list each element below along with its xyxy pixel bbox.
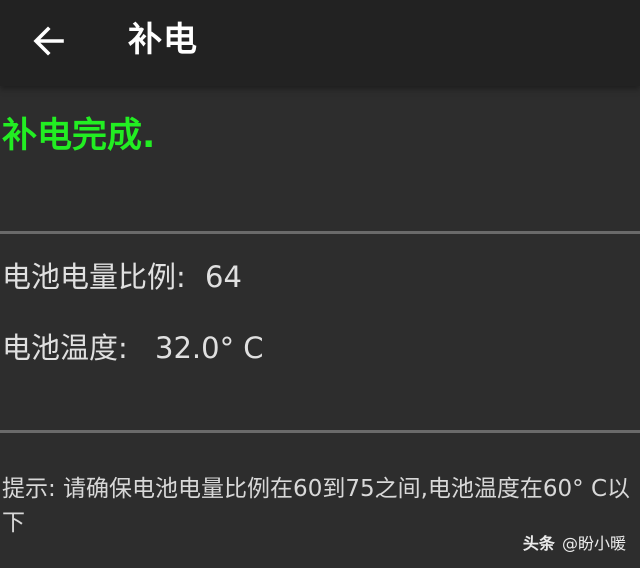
divider: [0, 231, 640, 234]
watermark-handle: @盼小暖: [561, 534, 626, 553]
divider: [0, 430, 640, 433]
battery-temp-value: 32.0° C: [155, 331, 264, 365]
page-title: 补电: [128, 20, 198, 60]
watermark-brand: 头条: [522, 534, 555, 553]
back-button[interactable]: [24, 16, 76, 66]
battery-temp-row: 电池温度: 32.0° C: [2, 328, 264, 368]
battery-level-value: 64: [205, 260, 242, 294]
hint-text: 提示: 请确保电池电量比例在60到75之间,电池温度在60° C以下: [2, 476, 631, 536]
status-message: 补电完成.: [2, 116, 156, 156]
app-bar: 补电: [0, 0, 640, 86]
battery-level-label: 电池电量比例:: [2, 260, 186, 294]
watermark: 头条 @盼小暖: [523, 532, 626, 556]
battery-level-row: 电池电量比例: 64: [2, 257, 242, 297]
battery-temp-label: 电池温度:: [2, 331, 128, 365]
arrow-left-icon: [33, 26, 64, 56]
